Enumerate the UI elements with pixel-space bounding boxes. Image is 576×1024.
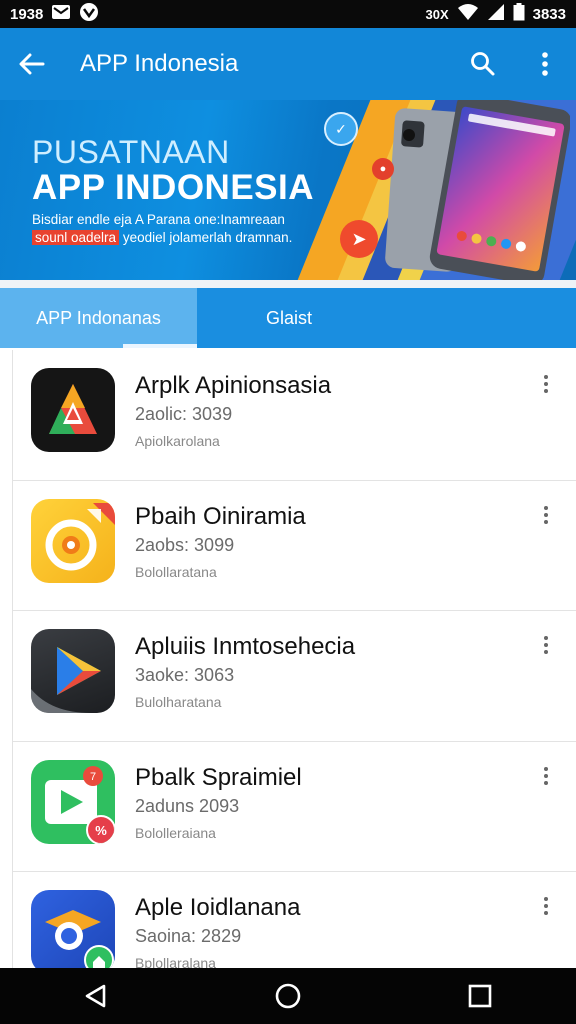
app-target-icon xyxy=(31,498,115,583)
tab-bar-filler xyxy=(381,288,576,348)
banner-divider xyxy=(0,280,576,288)
status-bar: 1938 30X 3833 xyxy=(0,0,576,28)
nav-home-icon xyxy=(275,983,301,1009)
list-item[interactable]: Apluiis Inmtosehecia 3aoke: 3063 Bulolha… xyxy=(13,611,576,742)
signal-icon xyxy=(487,4,505,24)
app-name: Arplk Apinionsasia xyxy=(135,372,332,399)
promo-banner[interactable]: PUSATNAAN APP INDONESIA Bisdiar endle ej… xyxy=(0,100,576,280)
play-store-icon: 7 % xyxy=(31,759,115,844)
item-more-icon[interactable] xyxy=(536,764,556,788)
tab-glaist[interactable]: Glaist xyxy=(197,288,381,348)
app-category: Bololleraiana xyxy=(135,824,216,841)
app-name: Aple Ioidlanana xyxy=(135,894,301,921)
list-item[interactable]: Aple Ioidlanana Saoina: 2829 Bplollarala… xyxy=(13,872,576,968)
system-nav-bar xyxy=(0,968,576,1024)
app-name: Pbalk Spraimiel xyxy=(135,763,302,791)
app-list: Arplk Apinionsasia 2aolic: 3039 Apiolkar… xyxy=(12,350,576,968)
nav-recents-button[interactable] xyxy=(450,968,510,1024)
battery-icon xyxy=(513,3,525,25)
arrow-back-icon xyxy=(19,53,45,75)
app-category: Apiolkarolana xyxy=(135,433,220,449)
banner-highlight: sounl oadelra xyxy=(32,230,120,245)
nav-home-button[interactable] xyxy=(258,968,318,1024)
red-bubble-icon: ● xyxy=(372,158,394,180)
tab-bar: APP Indonanas Glaist xyxy=(0,288,576,348)
app-size: 2aobs: 3099 xyxy=(135,534,235,555)
app-name: Pbaih Oiniramia xyxy=(135,502,306,530)
nav-back-button[interactable] xyxy=(66,968,126,1024)
item-more-icon[interactable] xyxy=(536,633,556,657)
banner-subtitle-line1: Bisdiar endle eja A Parana one:Inamreaan xyxy=(32,212,285,227)
app-size: 2aduns 2093 xyxy=(135,795,240,816)
app-a-icon xyxy=(31,368,115,452)
overflow-menu-button[interactable] xyxy=(514,28,576,100)
svg-text:7: 7 xyxy=(90,771,96,783)
phone-illustration-icon xyxy=(385,100,570,280)
tab-app-indonesia[interactable]: APP Indonanas xyxy=(0,288,197,348)
list-item[interactable]: Pbaih Oiniramia 2aobs: 3099 Bolollaratan… xyxy=(13,481,576,611)
app-name: Apluiis Inmtosehecia xyxy=(135,633,356,660)
chat-bubble-icon: ✓ xyxy=(324,112,358,146)
banner-title-line2: APP INDONESIA xyxy=(32,168,315,207)
list-item[interactable]: Arplk Apinionsasia 2aolic: 3039 Apiolkar… xyxy=(13,350,576,481)
network-type: 30X xyxy=(425,6,449,22)
app-category: Bolollaratana xyxy=(135,563,217,580)
back-button[interactable] xyxy=(0,28,64,100)
banner-subtitle-rest: yeodiel jolamerlah dramnan. xyxy=(122,230,293,245)
nav-back-icon xyxy=(85,984,106,1008)
search-icon xyxy=(471,52,495,76)
banner-subtitle-line2: sounl oadelra yeodiel jolamerlah dramnan… xyxy=(32,230,292,245)
app-category: Bplollaralana xyxy=(135,955,216,968)
more-vert-icon xyxy=(542,52,548,76)
chrome-like-icon xyxy=(31,890,115,968)
app-size: 2aolic: 3039 xyxy=(135,404,233,424)
app-size: 3aoke: 3063 xyxy=(135,665,235,685)
app-category: Bulolharatana xyxy=(135,694,222,710)
app-size: Saoina: 2829 xyxy=(135,926,242,946)
message-icon xyxy=(51,4,71,24)
search-button[interactable] xyxy=(452,28,514,100)
play-triangle-icon xyxy=(31,629,115,713)
status-time: 1938 xyxy=(10,5,44,23)
item-more-icon[interactable] xyxy=(536,894,556,918)
nav-recents-icon xyxy=(468,984,492,1008)
notification-icon xyxy=(79,2,99,26)
banner-title-line1: PUSATNAAN xyxy=(32,134,230,170)
app-bar: APP Indonesia xyxy=(0,28,576,100)
item-more-icon[interactable] xyxy=(536,503,556,527)
item-more-icon[interactable] xyxy=(536,372,556,396)
wifi-icon xyxy=(457,4,479,24)
flag-bubble-icon: ➤ xyxy=(340,220,378,258)
battery-percent: 3833 xyxy=(532,5,566,23)
page-title: APP Indonesia xyxy=(80,50,239,77)
list-item[interactable]: 7 % Pbalk Spraimiel 2aduns 2093 Bololler… xyxy=(13,742,576,872)
svg-text:%: % xyxy=(95,823,107,838)
